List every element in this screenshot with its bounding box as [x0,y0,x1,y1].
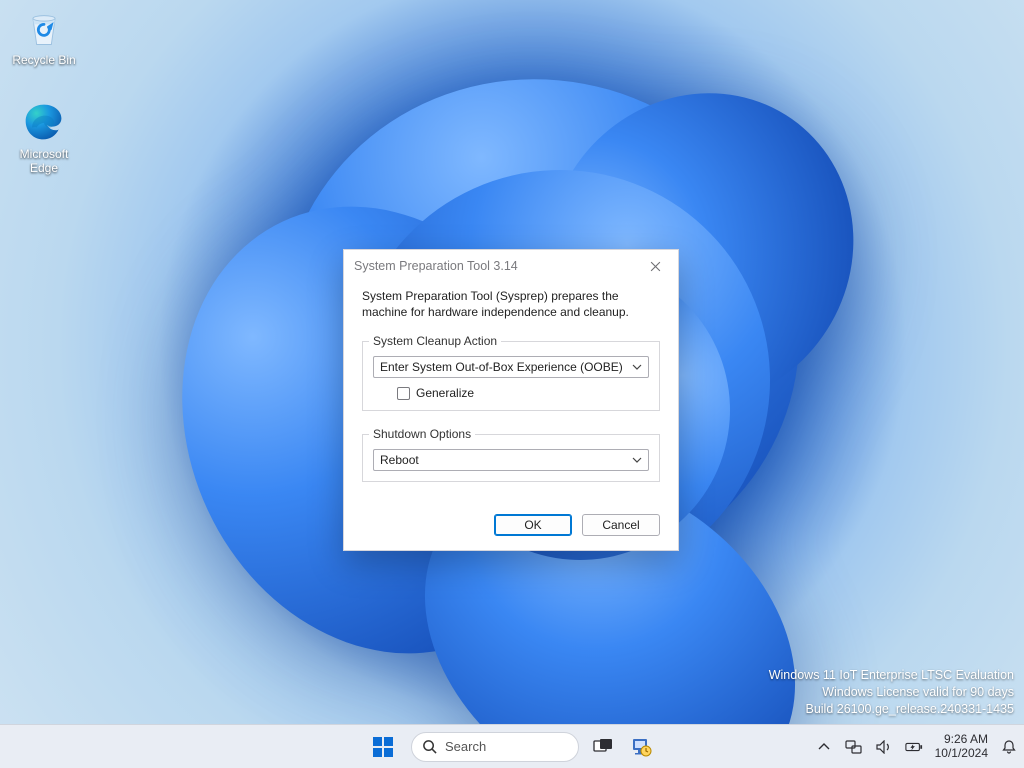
group-label: System Cleanup Action [369,334,501,348]
checkbox-label: Generalize [416,386,474,400]
shutdown-options-select[interactable]: Reboot [373,449,649,471]
recycle-bin-icon [22,6,66,50]
search-icon [422,739,437,754]
taskbar-clock[interactable]: 9:26 AM 10/1/2024 [935,733,988,761]
watermark-line: Build 26100.ge_release.240331-1435 [769,701,1014,718]
taskbar: Search [0,724,1024,768]
windows-evaluation-watermark: Windows 11 IoT Enterprise LTSC Evaluatio… [769,667,1014,718]
taskbar-task-view[interactable] [589,733,617,761]
sysprep-dialog: System Preparation Tool 3.14 System Prep… [343,249,679,551]
chevron-down-icon [632,457,642,463]
tray-overflow-button[interactable] [815,738,833,756]
sysprep-app-icon [629,735,653,759]
close-icon [650,261,661,272]
watermark-line: Windows 11 IoT Enterprise LTSC Evaluatio… [769,667,1014,684]
chevron-down-icon [632,364,642,370]
notifications-button[interactable] [1000,738,1018,756]
ok-button[interactable]: OK [494,514,572,536]
select-value: Enter System Out-of-Box Experience (OOBE… [380,360,623,374]
search-placeholder: Search [445,739,486,754]
button-label: OK [524,518,541,532]
battery-icon[interactable] [905,738,923,756]
taskbar-search[interactable]: Search [411,732,579,762]
edge-icon [22,100,66,144]
dialog-titlebar[interactable]: System Preparation Tool 3.14 [344,250,678,282]
button-label: Cancel [602,518,639,532]
cleanup-action-select[interactable]: Enter System Out-of-Box Experience (OOBE… [373,356,649,378]
desktop-icon-label: Microsoft Edge [4,147,84,175]
desktop-icon-label: Recycle Bin [4,53,84,67]
clock-date: 10/1/2024 [935,747,988,761]
generalize-checkbox[interactable] [397,387,410,400]
windows-logo-icon [372,736,394,758]
cancel-button[interactable]: Cancel [582,514,660,536]
group-system-cleanup-action: System Cleanup Action Enter System Out-o… [362,334,660,411]
dialog-title: System Preparation Tool 3.14 [354,259,518,273]
dialog-description: System Preparation Tool (Sysprep) prepar… [362,288,660,320]
clock-time: 9:26 AM [935,733,988,747]
start-button[interactable] [369,733,397,761]
dialog-close-button[interactable] [632,250,678,282]
desktop-icon-recycle-bin[interactable]: Recycle Bin [4,6,84,67]
desktop-icon-edge[interactable]: Microsoft Edge [4,100,84,175]
watermark-line: Windows License valid for 90 days [769,684,1014,701]
task-view-icon [592,738,614,756]
taskbar-app-sysprep[interactable] [627,733,655,761]
network-icon[interactable] [845,738,863,756]
system-tray: 9:26 AM 10/1/2024 [815,725,1018,768]
group-label: Shutdown Options [369,427,475,441]
select-value: Reboot [380,453,419,467]
volume-icon[interactable] [875,738,893,756]
group-shutdown-options: Shutdown Options Reboot [362,427,660,482]
